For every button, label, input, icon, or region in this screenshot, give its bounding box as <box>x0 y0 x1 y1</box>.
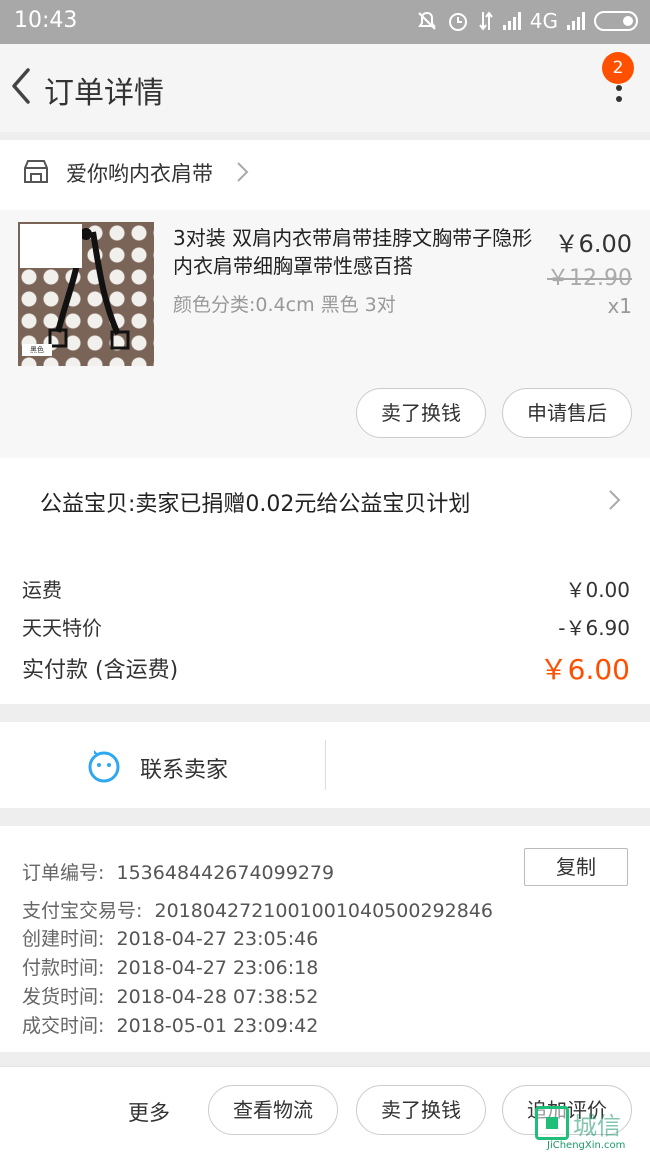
contact-bar: 联系卖家 <box>0 722 650 808</box>
notification-badge: 2 <box>602 52 634 84</box>
product-thumbnail[interactable]: 黑色 <box>18 222 154 366</box>
chat-smile-icon[interactable] <box>86 748 122 784</box>
view-logistics-button[interactable]: 查看物流 <box>208 1085 338 1135</box>
page-title: 订单详情 <box>44 76 164 111</box>
done-row: 成交时间: 2018-05-01 23:09:42 <box>22 1011 318 1038</box>
created-time: 2018-04-27 23:05:46 <box>116 928 319 950</box>
shipped-label: 发货时间: <box>22 986 105 1008</box>
paid-label: 实付款 (含运费) <box>22 658 179 683</box>
store-icon <box>24 160 48 183</box>
sell-button[interactable]: 卖了换钱 <box>356 388 486 438</box>
chevron-right-icon <box>609 490 621 510</box>
network-type: 4G <box>529 9 558 33</box>
done-time: 2018-05-01 23:09:42 <box>116 1015 319 1037</box>
after-sale-button[interactable]: 申请售后 <box>502 388 632 438</box>
watermark: 城信 JiChengXin.com <box>535 1106 647 1152</box>
paid-row: 实付款 (含运费) ￥6.00 <box>22 652 630 686</box>
alipay-row: 支付宝交易号: 2018042721001001040500292846 <box>22 896 493 923</box>
mute-icon <box>417 11 436 30</box>
nav-bar: 订单详情 2 <box>0 44 650 132</box>
shipping-label: 运费 <box>22 578 62 602</box>
shop-row[interactable]: 爱你哟内衣肩带 <box>0 140 650 210</box>
paid-time-label: 付款时间: <box>22 957 105 979</box>
shipping-value: ￥0.00 <box>565 578 630 602</box>
alipay-number: 2018042721001001040500292846 <box>154 900 493 922</box>
order-info: 订单编号: 1536484426740992​79 复制 支付宝交易号: 201… <box>0 826 650 1052</box>
product-title[interactable]: 3对装 双肩内衣带肩带挂脖文胸带子隐形内衣肩带细胸罩带性感百搭 <box>173 224 533 280</box>
fee-summary: 运费 ￥0.00 天天特价 -￥6.90 实付款 (含运费) ￥6.00 <box>0 536 650 704</box>
watermark-logo-icon <box>535 1106 569 1140</box>
order-number-row: 订单编号: 1536484426740992​79 <box>22 858 334 885</box>
divider <box>325 740 326 790</box>
paid-value: ￥6.00 <box>539 653 630 686</box>
alipay-label: 支付宝交易号: <box>22 900 143 922</box>
discount-row: 天天特价 -￥6.90 <box>22 612 630 641</box>
discount-value: -￥6.90 <box>558 616 630 640</box>
chevron-right-icon <box>237 162 249 182</box>
shipped-row: 发货时间: 2018-04-28 07:38:52 <box>22 982 318 1009</box>
data-transfer-icon <box>478 11 493 31</box>
battery-icon <box>594 11 638 31</box>
created-label: 创建时间: <box>22 928 105 950</box>
created-row: 创建时间: 2018-04-27 23:05:46 <box>22 924 318 951</box>
status-icons: 4G <box>416 9 638 33</box>
shipping-row: 运费 ￥0.00 <box>22 574 630 603</box>
sell-button-bottom[interactable]: 卖了换钱 <box>356 1085 486 1135</box>
thumb-color-label: 黑色 <box>22 344 52 356</box>
status-bar: 10:43 4G <box>0 0 650 44</box>
done-label: 成交时间: <box>22 1015 105 1037</box>
more-button[interactable]: 更多 <box>128 1097 170 1127</box>
order-number-label: 订单编号: <box>22 862 105 884</box>
paid-time-row: 付款时间: 2018-04-27 23:06:18 <box>22 953 318 980</box>
watermark-en: JiChengXin.com <box>547 1140 626 1151</box>
product-sku: 颜色分类:0.4cm 黑色 3对 <box>173 294 396 316</box>
charity-row[interactable]: 公益宝贝:卖家已捐赠0.02元给公益宝贝计划 <box>0 458 650 536</box>
order-number: 1536484426740992​79 <box>116 862 335 884</box>
charity-text: 公益宝贝:卖家已捐赠0.02元给公益宝贝计划 <box>40 492 471 517</box>
signal-icon <box>502 12 521 30</box>
product-quantity: x1 <box>607 294 632 318</box>
signal-icon-2 <box>567 12 585 30</box>
original-price: ￥12.90 <box>547 266 632 291</box>
spec-tag <box>20 224 82 268</box>
product-price: ￥6.00 <box>554 230 632 258</box>
copy-button[interactable]: 复制 <box>524 848 628 886</box>
order-item[interactable]: 黑色 3对装 双肩内衣带肩带挂脖文胸带子隐形内衣肩带细胸罩带性感百搭 颜色分类:… <box>0 210 650 458</box>
shop-name: 爱你哟内衣肩带 <box>66 162 213 186</box>
contact-seller-button[interactable]: 联系卖家 <box>140 752 228 784</box>
alarm-icon <box>448 13 467 31</box>
paid-time: 2018-04-27 23:06:18 <box>116 957 319 979</box>
back-arrow-icon[interactable] <box>4 64 40 108</box>
shipped-time: 2018-04-28 07:38:52 <box>116 986 319 1008</box>
discount-label: 天天特价 <box>22 616 102 640</box>
status-time: 10:43 <box>14 8 78 33</box>
watermark-cn: 城信 <box>573 1112 621 1140</box>
